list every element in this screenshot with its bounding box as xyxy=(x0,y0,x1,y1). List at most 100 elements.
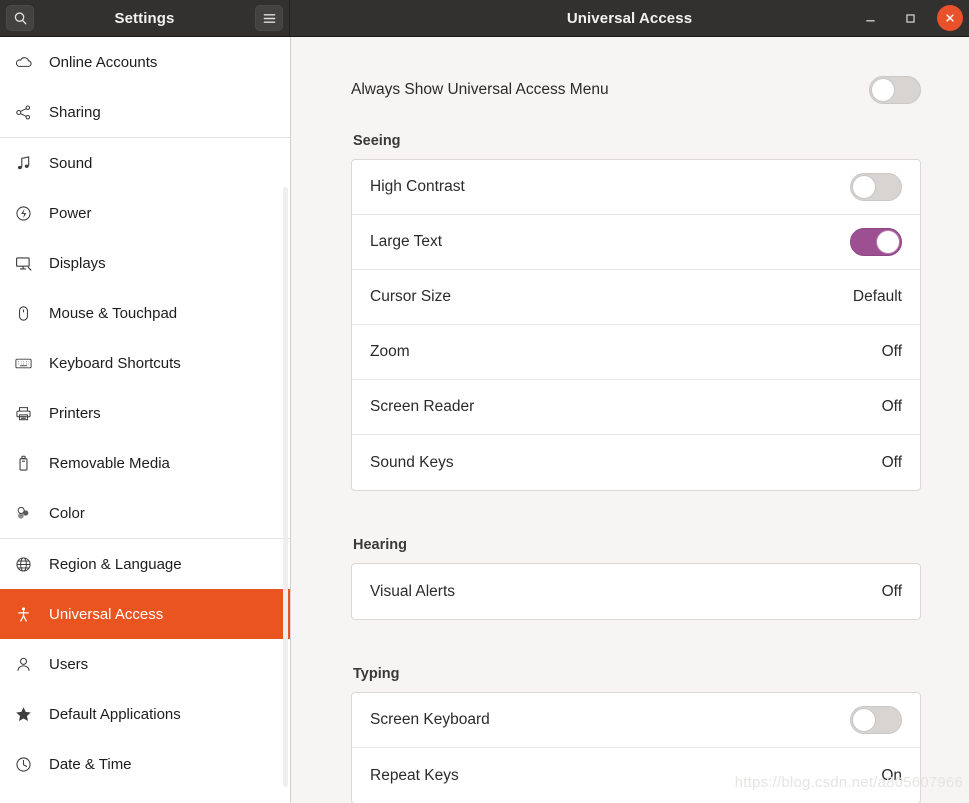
settings-card-seeing: High Contrast Large Text Cursor Size Defaul… xyxy=(351,159,921,491)
sidebar-item-keyboard-shortcuts[interactable]: Keyboard Shortcuts xyxy=(0,338,290,388)
clock-icon xyxy=(12,753,34,775)
mouse-icon xyxy=(12,302,34,324)
setting-label: Screen Keyboard xyxy=(370,711,490,728)
minimize-button[interactable] xyxy=(857,5,883,31)
sidebar-item-removable-media[interactable]: Removable Media xyxy=(0,438,290,488)
music-note-icon xyxy=(12,152,34,174)
sidebar-item-label: Sound xyxy=(49,154,93,172)
sidebar-item-date-time[interactable]: Date & Time xyxy=(0,739,290,789)
settings-window: Settings Universal Access Online Account… xyxy=(0,0,969,803)
sidebar-item-region-language[interactable]: Region & Language xyxy=(0,539,290,589)
sidebar-list: Online Accounts Sharing Sound Power Displays… xyxy=(0,37,290,789)
setting-row-zoom[interactable]: Zoom Off xyxy=(352,325,920,380)
setting-row-sound-keys[interactable]: Sound Keys Off xyxy=(352,435,920,490)
globe-icon xyxy=(12,553,34,575)
window-body: Online Accounts Sharing Sound Power Displays… xyxy=(0,37,969,803)
sidebar: Online Accounts Sharing Sound Power Displays… xyxy=(0,37,291,803)
setting-label: High Contrast xyxy=(370,178,465,195)
power-icon xyxy=(12,202,34,224)
settings-sections: Seeing High Contrast Large Text Cursor Size… xyxy=(351,133,921,803)
setting-value: Off xyxy=(881,343,902,360)
settings-card-hearing: Visual Alerts Off xyxy=(351,563,921,620)
toggle-knob xyxy=(852,708,876,732)
always-show-menu-row[interactable]: Always Show Universal Access Menu xyxy=(351,37,921,121)
sidebar-item-color[interactable]: Color xyxy=(0,488,290,538)
setting-value: Off xyxy=(881,582,902,600)
setting-value: Off xyxy=(881,398,902,415)
sidebar-item-label: Universal Access xyxy=(49,605,164,623)
titlebar: Settings Universal Access xyxy=(0,0,969,37)
menu-button[interactable] xyxy=(255,5,283,31)
setting-label: Large Text xyxy=(370,233,443,250)
sidebar-item-label: Displays xyxy=(49,254,106,272)
setting-row-screen-keyboard[interactable]: Screen Keyboard xyxy=(352,693,920,748)
accessibility-person-icon xyxy=(12,603,34,625)
setting-value: Off xyxy=(881,453,902,471)
setting-row-large-text[interactable]: Large Text xyxy=(352,215,920,270)
hamburger-menu-icon xyxy=(262,12,277,25)
sidebar-item-label: Mouse & Touchpad xyxy=(49,304,178,322)
sidebar-item-power[interactable]: Power xyxy=(0,188,290,238)
sidebar-item-printers[interactable]: Printers xyxy=(0,388,290,438)
high-contrast-toggle[interactable] xyxy=(850,173,902,201)
setting-label: Zoom xyxy=(370,343,410,360)
window-controls xyxy=(857,5,963,31)
sidebar-item-universal-access[interactable]: Universal Access xyxy=(0,589,290,639)
color-palette-icon xyxy=(12,502,34,524)
share-nodes-icon xyxy=(12,101,34,123)
search-button[interactable] xyxy=(6,5,34,31)
content-titlebar: Universal Access xyxy=(290,0,969,36)
star-icon xyxy=(12,703,34,725)
sidebar-item-default-applications[interactable]: Default Applications xyxy=(0,689,290,739)
sidebar-scrollbar[interactable] xyxy=(283,187,288,787)
printer-icon xyxy=(12,402,34,424)
setting-row-cursor-size[interactable]: Cursor Size Default xyxy=(352,270,920,325)
usb-drive-icon xyxy=(12,452,34,474)
sidebar-item-label: Printers xyxy=(49,404,101,422)
sidebar-item-sound[interactable]: Sound xyxy=(0,138,290,188)
setting-value: Default xyxy=(852,288,902,305)
sidebar-item-label: Default Applications xyxy=(49,705,181,723)
user-icon xyxy=(12,653,34,675)
setting-row-visual-alerts[interactable]: Visual Alerts Off xyxy=(352,564,920,619)
sidebar-item-displays[interactable]: Displays xyxy=(0,238,290,288)
section-title-hearing: Hearing xyxy=(353,537,407,553)
toggle-knob xyxy=(876,230,900,254)
toggle-knob xyxy=(871,78,895,102)
monitor-icon xyxy=(12,252,34,274)
settings-card-typing: Screen Keyboard Repeat Keys On xyxy=(351,692,921,803)
setting-row-repeat-keys[interactable]: Repeat Keys On xyxy=(352,748,920,803)
main-content: Always Show Universal Access Menu Seeing… xyxy=(291,37,969,803)
sidebar-item-label: Online Accounts xyxy=(49,53,158,71)
sidebar-item-label: Region & Language xyxy=(49,555,182,573)
sidebar-item-label: Sharing xyxy=(49,103,101,121)
setting-label: Sound Keys xyxy=(370,453,454,471)
always-show-menu-toggle[interactable] xyxy=(869,76,921,104)
close-button[interactable] xyxy=(937,5,963,31)
sidebar-item-online-accounts[interactable]: Online Accounts xyxy=(0,37,290,87)
setting-label: Repeat Keys xyxy=(370,766,459,784)
large-text-toggle[interactable] xyxy=(850,228,902,256)
setting-label: Visual Alerts xyxy=(370,582,456,600)
sidebar-item-label: Power xyxy=(49,204,92,222)
setting-row-screen-reader[interactable]: Screen Reader Off xyxy=(352,380,920,435)
always-show-menu-label: Always Show Universal Access Menu xyxy=(351,81,609,98)
keyboard-icon xyxy=(12,352,34,374)
setting-value: On xyxy=(881,766,902,784)
sidebar-item-label: Color xyxy=(49,504,85,522)
setting-label: Screen Reader xyxy=(370,398,475,415)
sidebar-titlebar: Settings xyxy=(0,0,290,36)
sidebar-item-label: Removable Media xyxy=(49,454,170,472)
sidebar-window-title: Settings xyxy=(114,9,175,27)
maximize-button[interactable] xyxy=(897,5,923,31)
sidebar-item-label: Users xyxy=(49,655,89,673)
sidebar-item-label: Date & Time xyxy=(49,755,132,773)
section-title-typing: Typing xyxy=(353,666,400,682)
sidebar-item-users[interactable]: Users xyxy=(0,639,290,689)
sidebar-item-mouse-touchpad[interactable]: Mouse & Touchpad xyxy=(0,288,290,338)
sidebar-item-sharing[interactable]: Sharing xyxy=(0,87,290,137)
screen-keyboard-toggle[interactable] xyxy=(850,706,902,734)
setting-row-high-contrast[interactable]: High Contrast xyxy=(352,160,920,215)
